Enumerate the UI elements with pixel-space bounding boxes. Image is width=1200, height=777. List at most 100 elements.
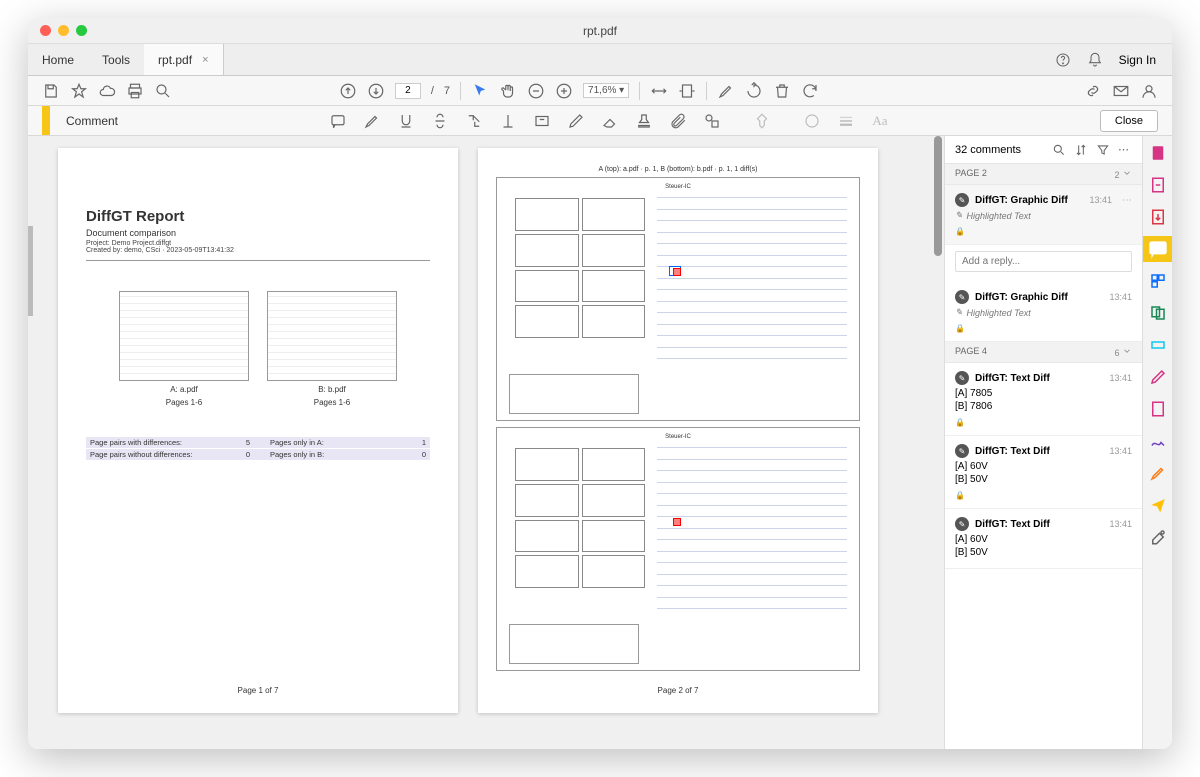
- rotate-icon[interactable]: [745, 82, 763, 100]
- zoom-in-icon[interactable]: [555, 82, 573, 100]
- left-rail-scroll[interactable]: [28, 226, 33, 316]
- comment-badge-icon: ✎: [955, 193, 969, 207]
- pointer-icon[interactable]: [471, 82, 489, 100]
- comments-header: 32 comments ⋯: [945, 136, 1142, 164]
- page-total: 7: [444, 85, 450, 97]
- comment-badge-icon: ✎: [955, 290, 969, 304]
- doc-scrollbar[interactable]: [934, 136, 942, 256]
- report-created: Created by: demo, CSci · 2023-05-09T13:4…: [86, 247, 430, 254]
- mail-icon[interactable]: [1112, 82, 1130, 100]
- bell-icon[interactable]: [1087, 52, 1103, 68]
- page-down-icon[interactable]: [367, 82, 385, 100]
- window-title: rpt.pdf: [28, 24, 1172, 38]
- help-icon[interactable]: [1055, 52, 1071, 68]
- text-underline-icon[interactable]: [397, 112, 415, 130]
- rail-more-tools-icon[interactable]: [1149, 528, 1167, 546]
- thumb-b: B: b.pdf Pages 1-6: [267, 291, 397, 407]
- sticky-note-icon[interactable]: [329, 112, 347, 130]
- schematic-top: Steuer-IC: [496, 177, 860, 421]
- fit-page-icon[interactable]: [678, 82, 696, 100]
- rail-organize-icon[interactable]: [1149, 272, 1167, 290]
- undo-icon[interactable]: [801, 82, 819, 100]
- comments-count: 32 comments: [955, 144, 1044, 156]
- sign-in-button[interactable]: Sign In: [1119, 53, 1156, 67]
- highlighter-icon[interactable]: [363, 112, 381, 130]
- page-sep: /: [431, 85, 434, 97]
- link-icon[interactable]: [1084, 82, 1102, 100]
- close-tab-icon[interactable]: ×: [202, 54, 208, 66]
- document-viewport[interactable]: DiffGT Report Document comparison Projec…: [28, 136, 944, 749]
- zoom-out-icon[interactable]: [527, 82, 545, 100]
- print-icon[interactable]: [126, 82, 144, 100]
- comment-item[interactable]: ✎ DiffGT: Graphic Diff 13:41 ✎ Highlight…: [945, 282, 1142, 342]
- accent-stripe: [42, 106, 50, 135]
- comment-badge-icon: ✎: [955, 444, 969, 458]
- content-area: DiffGT Report Document comparison Projec…: [28, 136, 1172, 749]
- rail-export-pdf-icon[interactable]: [1149, 208, 1167, 226]
- comment-item[interactable]: ✎ DiffGT: Text Diff 13:41 [A] 7805 [B] 7…: [945, 363, 1142, 436]
- font-icon[interactable]: Aa: [871, 112, 889, 130]
- attachment-icon[interactable]: [669, 112, 687, 130]
- page-number-input[interactable]: [395, 83, 421, 99]
- comment-menu-icon[interactable]: ⋯: [1122, 195, 1132, 206]
- zoom-select[interactable]: 71,6% ▾: [583, 83, 629, 98]
- right-rail: [1142, 136, 1172, 749]
- highlight-icon[interactable]: [717, 82, 735, 100]
- shapes-icon[interactable]: [703, 112, 721, 130]
- text-insert-icon[interactable]: [499, 112, 517, 130]
- profile-icon[interactable]: [1140, 82, 1158, 100]
- comment-group-page4[interactable]: PAGE 4 6: [945, 342, 1142, 363]
- search-comments-icon[interactable]: [1052, 143, 1066, 157]
- rail-protect-icon[interactable]: [1149, 368, 1167, 386]
- rail-sign-icon[interactable]: [1149, 464, 1167, 482]
- comments-panel: 32 comments ⋯ PAGE 2 2 ✎ DiffGT: Graphic…: [944, 136, 1142, 749]
- comment-toolbar-label: Comment: [66, 114, 118, 128]
- eraser-icon[interactable]: [601, 112, 619, 130]
- rail-send-icon[interactable]: [1149, 496, 1167, 514]
- rail-comment-icon[interactable]: [1143, 236, 1173, 262]
- rail-compress-icon[interactable]: [1149, 400, 1167, 418]
- cloud-icon[interactable]: [98, 82, 116, 100]
- more-icon[interactable]: ⋯: [1118, 143, 1132, 157]
- schematic-bottom: Steuer-IC: [496, 427, 860, 671]
- rail-combine-icon[interactable]: [1149, 304, 1167, 322]
- tab-home[interactable]: Home: [28, 44, 88, 75]
- comment-item[interactable]: ✎ DiffGT: Text Diff 13:41 [A] 60V [B] 50…: [945, 509, 1142, 569]
- save-icon[interactable]: [42, 82, 60, 100]
- star-icon[interactable]: [70, 82, 88, 100]
- comment-item[interactable]: ✎ DiffGT: Text Diff 13:41 [A] 60V [B] 50…: [945, 436, 1142, 509]
- pin-icon[interactable]: [753, 112, 771, 130]
- text-strikethrough-icon[interactable]: [431, 112, 449, 130]
- comment-badge-icon: ✎: [955, 371, 969, 385]
- stamp-icon[interactable]: [635, 112, 653, 130]
- thumb-a: A: a.pdf Pages 1-6: [119, 291, 249, 407]
- text-box-icon[interactable]: [533, 112, 551, 130]
- comment-group-page2[interactable]: PAGE 2 2: [945, 164, 1142, 185]
- lock-icon: 🔒: [955, 418, 1132, 427]
- close-button[interactable]: Close: [1100, 110, 1158, 132]
- reply-input[interactable]: [955, 251, 1132, 272]
- comment-highlight-label: ✎ Highlighted Text: [955, 307, 1132, 318]
- comment-item[interactable]: ✎ DiffGT: Graphic Diff 13:41 ⋯ ✎ Highlig…: [945, 185, 1142, 245]
- line-width-icon[interactable]: [837, 112, 855, 130]
- comment-badge-icon: ✎: [955, 517, 969, 531]
- tab-tools[interactable]: Tools: [88, 44, 144, 75]
- text-replace-icon[interactable]: [465, 112, 483, 130]
- rail-fill-sign-icon[interactable]: [1149, 432, 1167, 450]
- report-project: Project: Demo Project.diffgt: [86, 240, 430, 247]
- tab-document[interactable]: rpt.pdf ×: [144, 44, 223, 75]
- page-up-icon[interactable]: [339, 82, 357, 100]
- rail-edit-pdf-icon[interactable]: [1149, 176, 1167, 194]
- pencil-icon[interactable]: [567, 112, 585, 130]
- filter-icon[interactable]: [1096, 143, 1110, 157]
- rail-create-pdf-icon[interactable]: [1149, 144, 1167, 162]
- search-icon[interactable]: [154, 82, 172, 100]
- main-toolbar: / 7 71,6% ▾: [28, 76, 1172, 106]
- sort-icon[interactable]: [1074, 143, 1088, 157]
- rail-redact-icon[interactable]: [1149, 336, 1167, 354]
- fit-width-icon[interactable]: [650, 82, 668, 100]
- trash-icon[interactable]: [773, 82, 791, 100]
- hand-icon[interactable]: [499, 82, 517, 100]
- reply-field: [955, 251, 1132, 272]
- color-icon[interactable]: [803, 112, 821, 130]
